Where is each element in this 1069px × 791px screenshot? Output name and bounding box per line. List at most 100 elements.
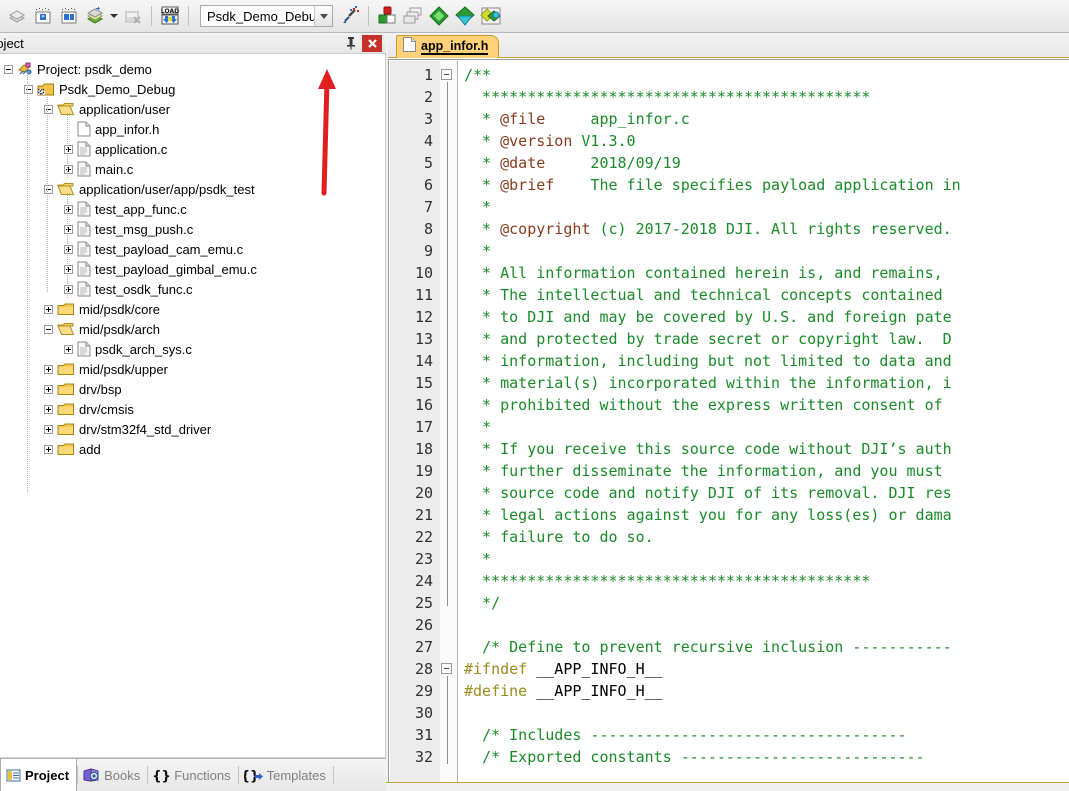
tree-item-drv-stm32f4-std-driver[interactable]: drv/stm32f4_std_driver [0, 419, 385, 439]
expand-icon[interactable] [44, 404, 53, 414]
tree-item-label: test_payload_cam_emu.c [95, 241, 244, 257]
build-icon[interactable]: * [30, 3, 56, 29]
tree-item-project-psdk-demo[interactable]: Project: psdk_demo [0, 59, 385, 79]
file-c-icon [77, 261, 91, 277]
project-tree[interactable]: Project: psdk_demo Psdk_Demo_Debug applica… [0, 55, 386, 758]
close-icon[interactable] [362, 34, 382, 52]
line-number: 27 [414, 638, 433, 656]
pin-icon[interactable] [342, 35, 360, 52]
code-text: * further disseminate the information, a… [458, 462, 1069, 480]
target-select[interactable]: Psdk_Demo_Debug [200, 5, 333, 27]
code-text: * material(s) incorporated within the in… [458, 374, 1069, 392]
collapse-icon[interactable] [44, 104, 53, 114]
expand-icon[interactable] [44, 364, 53, 374]
tree-item-drv-bsp[interactable]: drv/bsp [0, 379, 385, 399]
code-line: 5 * @date 2018/09/19 [389, 152, 1069, 174]
expand-icon[interactable] [64, 284, 73, 294]
tree-item-application-c[interactable]: application.c [0, 139, 385, 159]
fold-toggle-icon[interactable] [439, 658, 458, 680]
expand-icon[interactable] [64, 204, 73, 214]
tree-item-test-osdk-func-c[interactable]: test_osdk_func.c [0, 279, 385, 299]
tree-item-application-user-app-psdk-test[interactable]: application/user/app/psdk_test [0, 179, 385, 199]
line-number: 12 [414, 308, 433, 326]
svg-text:*: * [41, 14, 45, 22]
collapse-icon[interactable] [24, 84, 33, 94]
line-number: 2 [423, 88, 433, 106]
expand-icon[interactable] [64, 344, 73, 354]
batch-build-icon[interactable] [82, 3, 108, 29]
expand-icon[interactable] [44, 444, 53, 454]
code-span-cm: * If you receive this source code withou… [464, 440, 952, 458]
target-options-icon[interactable] [337, 3, 363, 29]
tree-item-test-payload-gimbal-emu-c[interactable]: test_payload_gimbal_emu.c [0, 259, 385, 279]
code-line: 27 /* Define to prevent recursive inclus… [389, 636, 1069, 658]
functions-tab-icon: {} [153, 769, 170, 783]
collapse-icon[interactable] [44, 324, 53, 334]
pack-installer-icon[interactable] [426, 3, 452, 29]
code-line: 32 /* Exported constants ---------------… [389, 746, 1069, 768]
fold-minus-box[interactable] [441, 69, 452, 80]
panel-tab-project[interactable]: Project [0, 759, 78, 791]
expand-icon[interactable] [64, 224, 73, 234]
expand-icon[interactable] [64, 244, 73, 254]
panel-tab-books[interactable]: Books [78, 759, 147, 791]
fold-cell [439, 394, 458, 416]
code-span-cm: * [464, 550, 492, 568]
expand-icon[interactable] [64, 164, 73, 174]
tree-item-test-payload-cam-emu-c[interactable]: test_payload_cam_emu.c [0, 239, 385, 259]
panel-tab-templates[interactable]: {}Templates [239, 759, 333, 791]
expand-icon[interactable] [64, 264, 73, 274]
chevron-down-icon[interactable] [314, 6, 332, 26]
code-span-cm: (c) 2017-2018 DJI. All rights reserved. [590, 220, 952, 238]
tree-item-application-user[interactable]: application/user [0, 99, 385, 119]
expand-icon[interactable] [44, 384, 53, 394]
manage-runtime-env-icon[interactable] [400, 3, 426, 29]
code-text: /* Define to prevent recursive inclusion… [458, 638, 1069, 656]
translate-icon[interactable] [4, 3, 30, 29]
expand-icon[interactable] [44, 304, 53, 314]
code-text: ****************************************… [458, 88, 1069, 106]
collapse-icon[interactable] [44, 184, 53, 194]
tree-item-test-app-func-c[interactable]: test_app_func.c [0, 199, 385, 219]
fold-cell [439, 724, 458, 746]
fold-cell [439, 130, 458, 152]
tree-item-mid-psdk-core[interactable]: mid/psdk/core [0, 299, 385, 319]
expand-icon[interactable] [44, 424, 53, 434]
batch-build-dropdown-caret[interactable] [108, 3, 120, 29]
tree-item-app-infor-h[interactable]: app_infor.h [0, 119, 385, 139]
code-view[interactable]: 1/** 2 **********************************… [388, 59, 1069, 791]
code-span-cm: * [464, 110, 501, 128]
code-span-cm: V1.3.0 [572, 132, 636, 150]
code-text: * prohibited without the express written… [458, 396, 1069, 414]
download-icon[interactable]: LOAD [157, 3, 183, 29]
editor-tab-app-infor-h[interactable]: app_infor.h [396, 35, 500, 58]
expand-icon[interactable] [64, 144, 73, 154]
code-line: 23 * [389, 548, 1069, 570]
tree-item-test-msg-push-c[interactable]: test_msg_push.c [0, 219, 385, 239]
fold-minus-box[interactable] [441, 663, 452, 674]
target-select-value: Psdk_Demo_Debug [207, 8, 315, 24]
tree-item-psdk-arch-sys-c[interactable]: psdk_arch_sys.c [0, 339, 385, 359]
folder-icon [57, 403, 74, 415]
collapse-icon[interactable] [4, 64, 13, 74]
tree-item-label: test_osdk_func.c [95, 281, 193, 297]
tree-item-drv-cmsis[interactable]: drv/cmsis [0, 399, 385, 419]
code-span-tag: @brief [500, 176, 555, 194]
tree-item-psdk-demo-debug[interactable]: Psdk_Demo_Debug [0, 79, 385, 99]
rebuild-icon[interactable] [56, 3, 82, 29]
tree-item-main-c[interactable]: main.c [0, 159, 385, 179]
fold-cell [439, 284, 458, 306]
multi-project-icon[interactable] [478, 3, 504, 29]
select-software-packs-icon[interactable] [452, 3, 478, 29]
code-text: * [458, 418, 1069, 436]
tree-item-mid-psdk-arch[interactable]: mid/psdk/arch [0, 319, 385, 339]
fold-toggle-icon[interactable] [439, 64, 458, 86]
manage-project-items-icon[interactable] [374, 3, 400, 29]
code-text: */ [458, 594, 1069, 612]
tree-item-mid-psdk-upper[interactable]: mid/psdk/upper [0, 359, 385, 379]
code-line: 6 * @brief The file specifies payload ap… [389, 174, 1069, 196]
stop-build-icon[interactable] [120, 3, 146, 29]
panel-tab-functions[interactable]: {} Functions [148, 759, 237, 791]
line-number: 11 [414, 286, 433, 304]
tree-item-add[interactable]: add [0, 439, 385, 459]
